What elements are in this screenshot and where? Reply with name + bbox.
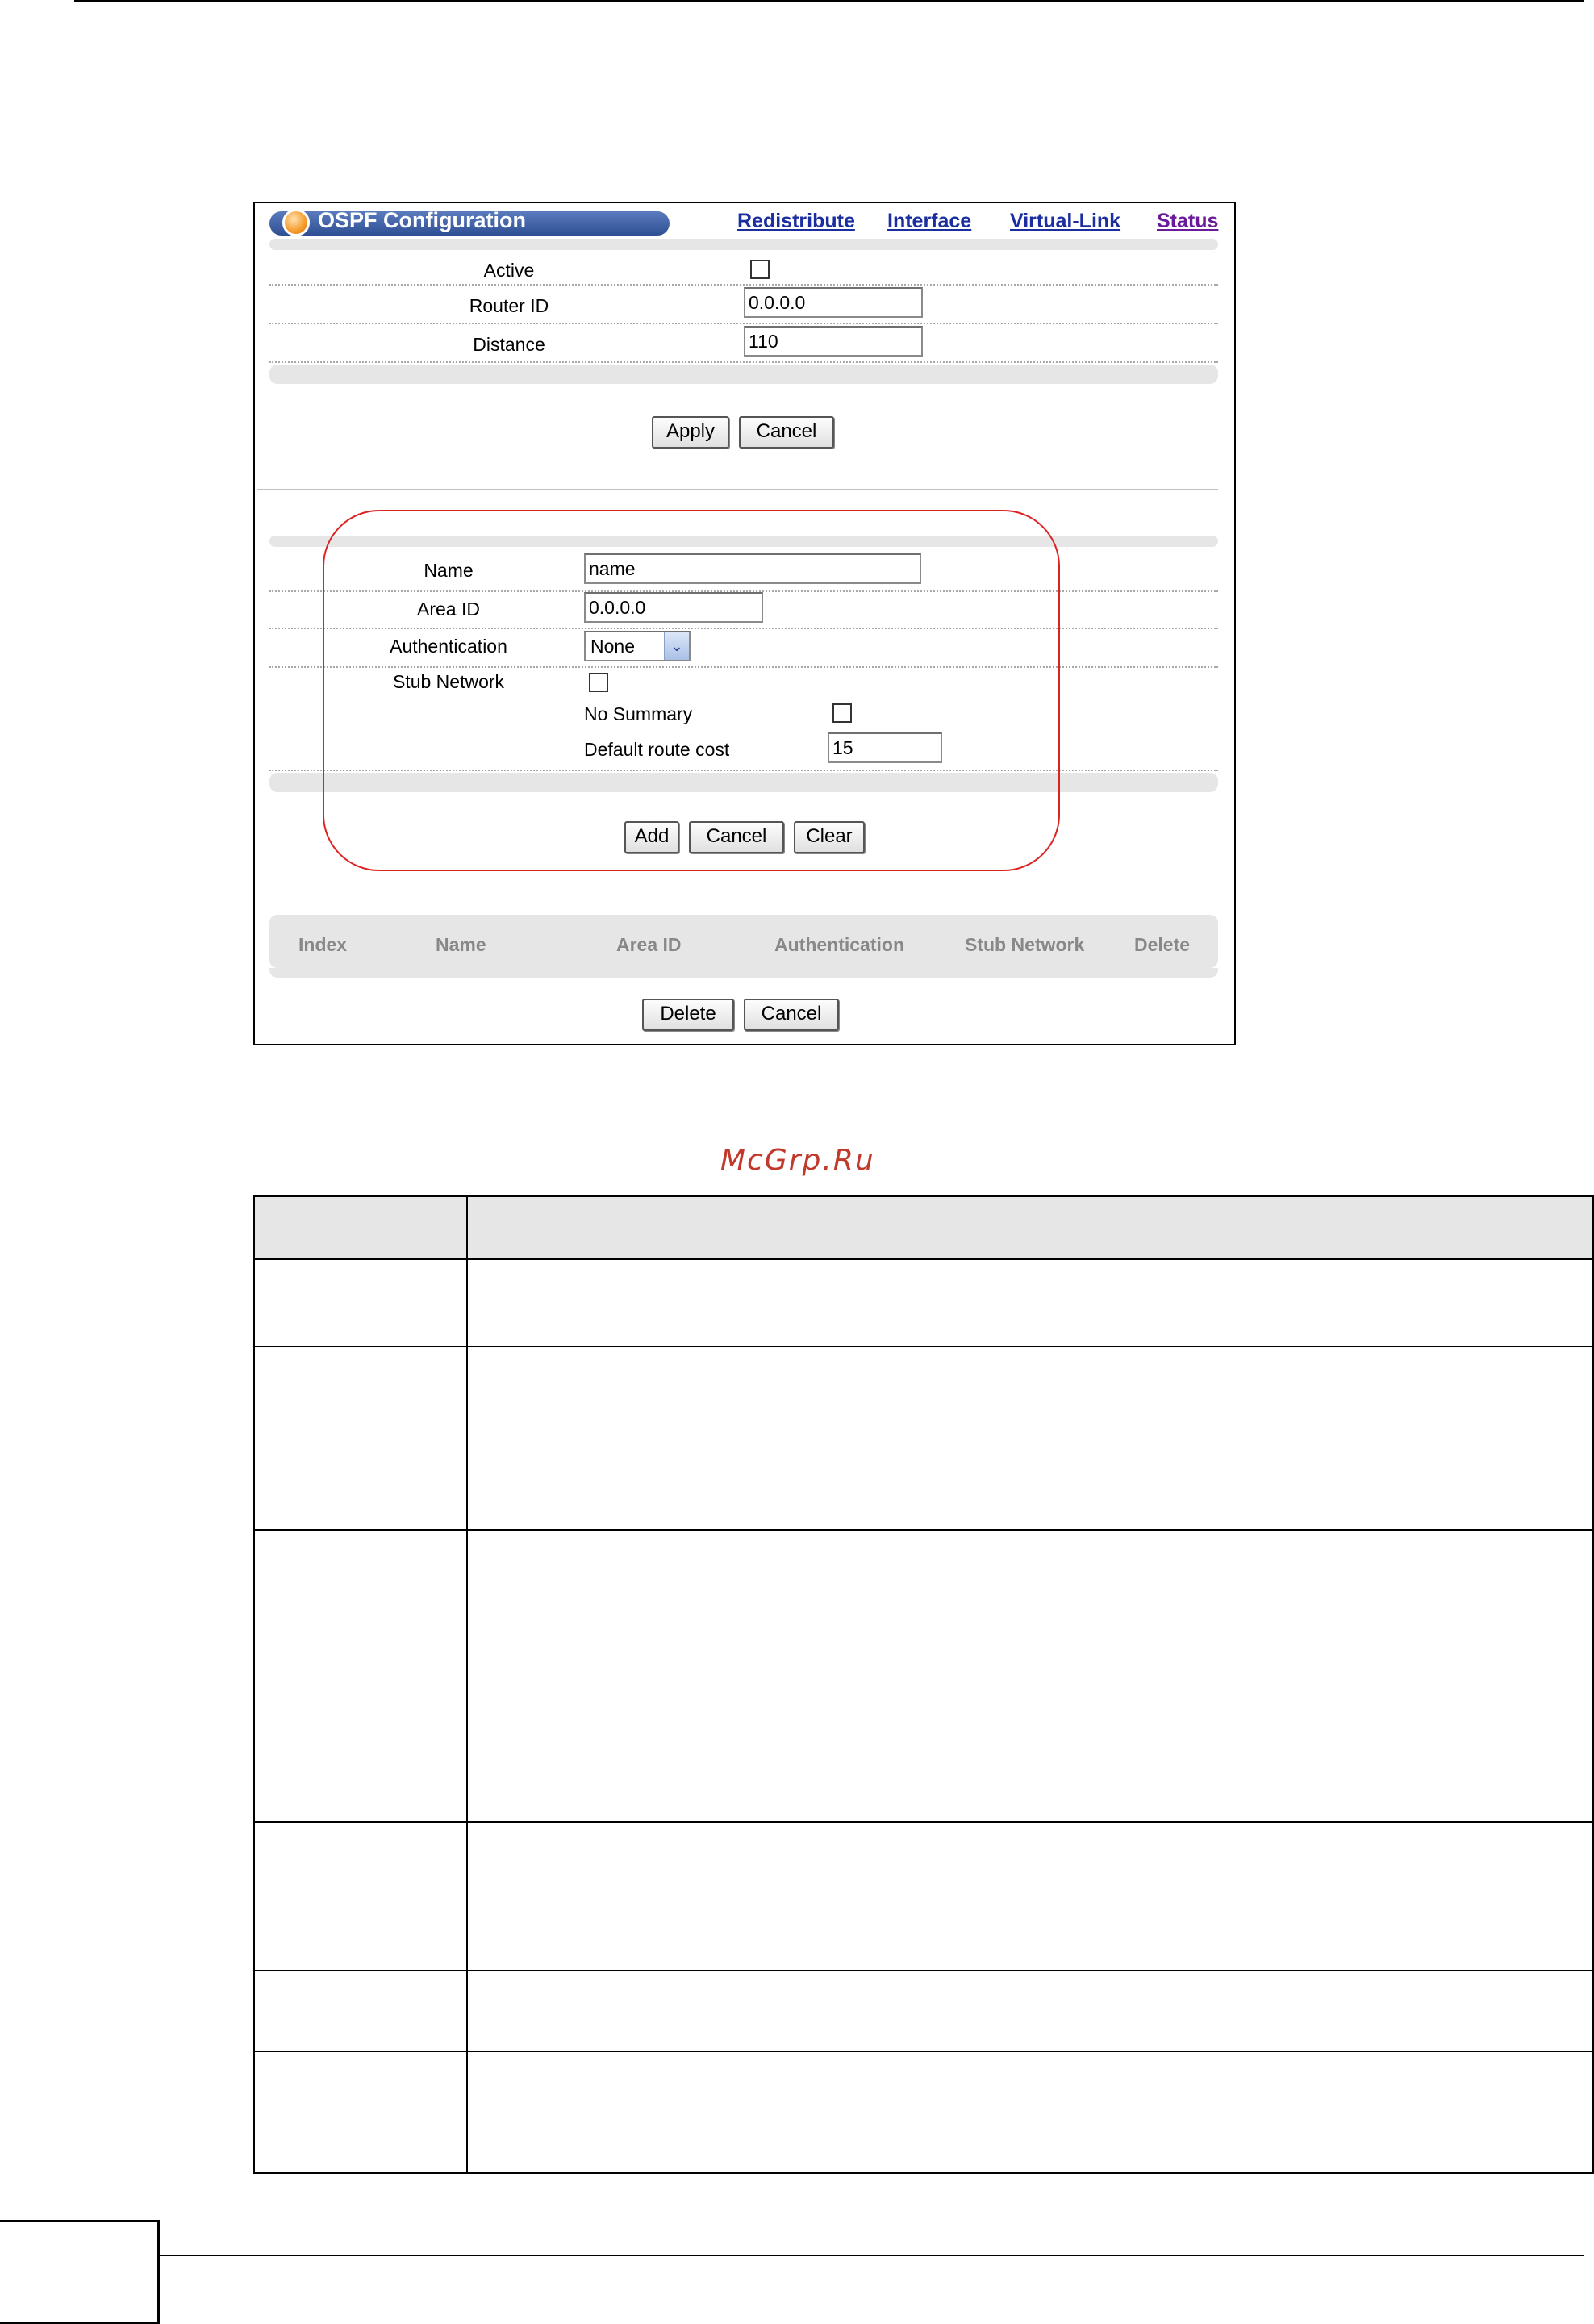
area-table-footer — [269, 968, 1218, 978]
table-rule — [466, 1195, 468, 2174]
active-label: Active — [483, 260, 535, 281]
table-header-row — [253, 1195, 1594, 1258]
row-divider — [269, 284, 1218, 286]
general-band-bottom — [269, 365, 1218, 384]
active-checkbox[interactable] — [750, 260, 770, 279]
footer-rule — [160, 2255, 1584, 2256]
nav-link-interface[interactable]: Interface — [887, 210, 971, 233]
column-header-area-id: Area ID — [616, 934, 682, 955]
table-rule — [253, 2051, 1594, 2052]
table-rule — [253, 1970, 1594, 1971]
column-header-stub-network: Stub Network — [965, 934, 1085, 955]
distance-label: Distance — [473, 334, 545, 355]
table-rule — [253, 1195, 255, 2174]
ospf-configuration-panel: OSPF Configuration Redistribute Interfac… — [253, 202, 1236, 1045]
table-rule — [253, 1821, 1594, 1823]
description-table — [253, 1195, 1594, 2174]
nav-link-virtual-link[interactable]: Virtual-Link — [1010, 210, 1120, 233]
table-rule — [253, 1195, 1594, 1197]
highlight-oval — [323, 510, 1060, 871]
table-cancel-button[interactable]: Cancel — [744, 999, 839, 1031]
title-orb-icon — [282, 209, 310, 236]
row-divider — [269, 361, 1218, 363]
apply-button[interactable]: Apply — [652, 416, 729, 449]
router-id-label: Router ID — [469, 295, 549, 316]
area-table-header: Index Name Area ID Authentication Stub N… — [269, 915, 1218, 968]
row-divider — [269, 323, 1218, 324]
general-cancel-button[interactable]: Cancel — [739, 416, 834, 449]
delete-button[interactable]: Delete — [642, 999, 734, 1031]
router-id-input[interactable]: 0.0.0.0 — [744, 287, 923, 318]
general-band-top — [269, 239, 1218, 250]
page-number-box — [0, 2220, 160, 2324]
table-rule — [253, 1258, 1594, 1260]
distance-input[interactable]: 110 — [744, 326, 923, 357]
table-rule — [253, 1529, 1594, 1531]
column-header-name: Name — [436, 934, 486, 955]
page-title: OSPF Configuration — [318, 208, 526, 232]
column-header-authentication: Authentication — [774, 934, 904, 955]
nav-link-status[interactable]: Status — [1157, 210, 1218, 233]
table-rule — [253, 1346, 1594, 1347]
section-divider — [257, 489, 1218, 490]
column-header-index: Index — [298, 934, 348, 955]
nav-link-redistribute[interactable]: Redistribute — [737, 210, 855, 233]
watermark: McGrp.Ru — [720, 1144, 875, 1177]
column-header-delete: Delete — [1134, 934, 1191, 955]
table-rule — [253, 2172, 1594, 2174]
top-rule — [74, 0, 1584, 2]
